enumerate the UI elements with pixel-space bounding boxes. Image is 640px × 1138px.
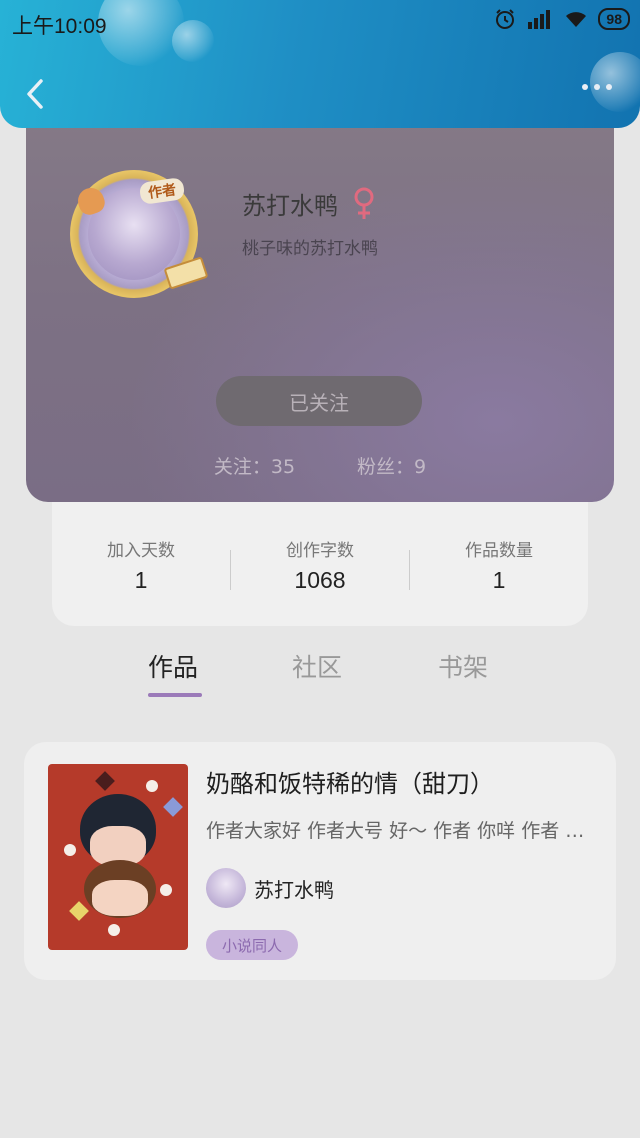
profile-card: 作者 苏打水鸭 桃子味的苏打水鸭 已关注 关注：35 粉丝：9 bbox=[26, 100, 614, 502]
wifi-icon bbox=[566, 12, 587, 27]
signature: 桃子味的苏打水鸭 bbox=[242, 239, 378, 259]
bubble-decoration bbox=[172, 20, 214, 62]
status-icons: 98 bbox=[494, 8, 630, 30]
stat-word-count: 创作字数 1068 bbox=[231, 536, 409, 626]
stat-value: 1 bbox=[134, 567, 148, 593]
work-description: 作者大家好 作者大号 好～ 作者 你咩 作者 你咩 bbox=[206, 820, 596, 842]
stat-label: 作品数量 bbox=[465, 541, 533, 561]
flower-icon bbox=[108, 924, 120, 936]
following-count[interactable]: 关注：35 bbox=[214, 452, 295, 479]
tab-works[interactable]: 作品 bbox=[148, 648, 198, 684]
flower-icon bbox=[64, 844, 76, 856]
heart-icon bbox=[163, 797, 183, 817]
signal-icon bbox=[528, 10, 551, 29]
more-button[interactable] bbox=[582, 84, 612, 90]
bubble-decoration bbox=[98, 0, 184, 66]
work-card[interactable]: 奶酪和饭特稀的情（甜刀） 作者大家好 作者大号 好～ 作者 你咩 作者 你咩 苏… bbox=[24, 742, 616, 980]
alarm-icon bbox=[496, 9, 515, 29]
stat-value: 1 bbox=[492, 567, 506, 593]
more-horizontal-icon bbox=[582, 84, 588, 90]
chevron-left-icon bbox=[27, 79, 43, 109]
header-bar: 上午10:09 98 bbox=[0, 0, 640, 128]
stat-label: 创作字数 bbox=[286, 541, 354, 561]
username: 苏打水鸭 bbox=[242, 192, 338, 220]
cover-figure bbox=[92, 880, 148, 916]
fans-count[interactable]: 粉丝：9 bbox=[357, 452, 426, 479]
author-name: 苏打水鸭 bbox=[254, 877, 334, 902]
work-cover-image[interactable] bbox=[48, 764, 188, 950]
bubble-decoration bbox=[590, 52, 640, 112]
stat-works-count: 作品数量 1 bbox=[410, 536, 588, 626]
work-tag[interactable]: 小说同人 bbox=[206, 930, 299, 960]
tab-bar: 作品 社区 书架 bbox=[0, 640, 640, 706]
back-button[interactable] bbox=[20, 76, 50, 112]
stat-join-days: 加入天数 1 bbox=[52, 536, 230, 626]
username-row: 苏打水鸭 bbox=[242, 186, 376, 221]
battery-indicator: 98 bbox=[598, 8, 630, 30]
heart-icon bbox=[69, 901, 89, 921]
avatar[interactable]: 作者 bbox=[70, 170, 209, 300]
flower-icon bbox=[146, 780, 158, 792]
more-dot bbox=[594, 84, 600, 90]
female-icon bbox=[354, 187, 374, 219]
follow-button[interactable]: 已关注 bbox=[216, 376, 422, 426]
more-dot bbox=[606, 84, 612, 90]
work-author[interactable]: 苏打水鸭 bbox=[206, 868, 334, 908]
status-time: 上午10:09 bbox=[12, 15, 107, 38]
follow-counts: 关注：35 粉丝：9 bbox=[26, 452, 614, 479]
author-avatar bbox=[206, 868, 246, 908]
flower-icon bbox=[160, 884, 172, 896]
stat-value: 1068 bbox=[294, 567, 346, 593]
heart-icon bbox=[95, 771, 115, 791]
work-title[interactable]: 奶酪和饭特稀的情（甜刀） bbox=[206, 764, 494, 799]
tab-bookshelf[interactable]: 书架 bbox=[438, 648, 488, 684]
tab-community[interactable]: 社区 bbox=[292, 648, 342, 684]
active-tab-indicator bbox=[148, 693, 202, 697]
stat-label: 加入天数 bbox=[107, 541, 175, 561]
